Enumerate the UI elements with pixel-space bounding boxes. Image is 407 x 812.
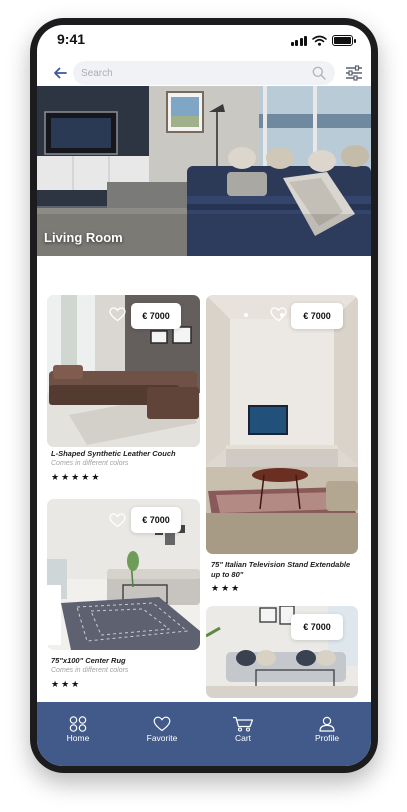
nav-item-profile[interactable]: Profile [297,716,357,748]
product-info: 75" Italian Television Stand Extendable … [211,560,361,593]
battery-level [334,37,351,44]
nav-item-favorite[interactable]: Favorite [132,716,192,748]
nav-label: Favorite [146,733,178,743]
star-icon: ★ [71,679,80,689]
product-card[interactable]: € 7000 [47,295,200,447]
heart-icon [153,716,171,732]
profile-icon [319,716,335,732]
star-icon: ★ [211,583,220,593]
product-rating: ★ ★ ★ [211,583,361,593]
category-banner[interactable]: Living Room [37,86,371,256]
home-grid-icon [69,716,87,732]
filter-sliders-icon[interactable] [345,63,363,83]
star-icon: ★ [71,472,80,482]
favorite-heart-icon[interactable] [109,513,126,528]
status-time: 9:41 [57,31,86,47]
product-title: 75"x100" Center Rug [51,656,126,665]
product-rating: ★ ★ ★ ★ ★ [51,472,201,482]
product-card[interactable]: € 7000 [206,606,358,698]
back-arrow-icon [54,67,67,79]
signal-icon [290,35,307,46]
status-icons [290,34,356,46]
status-bar: 9:41 [37,25,371,59]
product-card[interactable]: € 7000 [47,499,200,650]
favorite-heart-icon[interactable] [270,307,287,322]
search-box[interactable] [73,61,335,85]
product-rating: ★ ★ ★ [51,679,201,689]
star-icon: ★ [91,472,100,482]
product-card[interactable]: € 7000 [206,295,358,554]
star-icon: ★ [51,472,60,482]
product-subtitle: Comes in different colors [51,667,129,674]
search-row [37,61,371,85]
bottom-nav: Home Favorite Cart Profile [37,702,371,766]
nav-item-cart[interactable]: Cart [213,716,273,748]
app-screen: 9:41 Search Living Room € 7000 L-Shaped … [37,25,371,766]
search-input[interactable] [81,65,301,81]
search-icon[interactable] [311,65,327,81]
product-info: L-Shaped Synthetic Leather Couch Comes i… [51,449,201,482]
cart-icon [233,716,254,732]
product-image-tv-stand [206,295,358,554]
back-button[interactable] [52,63,68,83]
star-icon: ★ [51,679,60,689]
star-icon: ★ [61,679,70,689]
nav-item-home[interactable]: Home [48,716,108,748]
nav-label: Cart [234,733,252,743]
product-title: 75" Italian Television Stand Extendable … [211,560,351,579]
price-tag: € 7000 [291,303,343,329]
battery-icon [332,35,356,46]
price-tag: € 7000 [131,507,181,533]
nav-label: Profile [314,733,340,743]
product-title: L-Shaped Synthetic Leather Couch [51,449,176,458]
product-subtitle: Comes in different colors [51,460,129,467]
category-title: Living Room [44,230,123,245]
price-tag: € 7000 [291,614,343,640]
star-icon: ★ [61,472,70,482]
price-tag: € 7000 [131,303,181,329]
nav-label: Home [66,733,90,743]
star-icon: ★ [231,583,240,593]
wifi-icon [312,35,327,46]
product-info: 75"x100" Center Rug Comes in different c… [51,656,201,689]
star-icon: ★ [81,472,90,482]
star-icon: ★ [221,583,230,593]
favorite-heart-icon[interactable] [109,307,126,322]
